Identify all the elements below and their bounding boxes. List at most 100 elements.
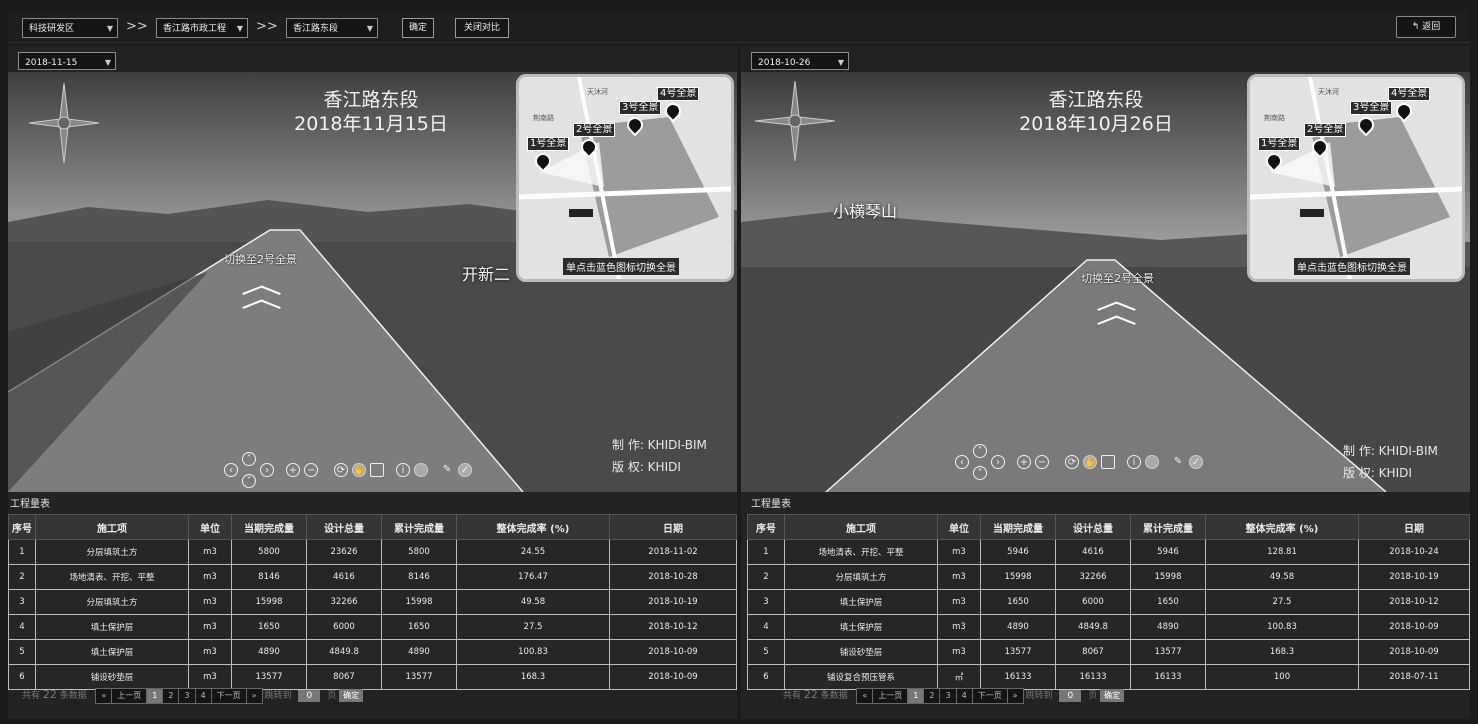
fullscreen-icon[interactable] — [370, 463, 384, 477]
table-row[interactable]: 2 场地清表、开挖、平整 m3 8146 4616 8146 176.47 2018-10-2… — [8, 564, 737, 590]
prev-page-button[interactable]: 上一页 — [111, 688, 148, 704]
next-page-button[interactable]: 下一页 — [971, 688, 1008, 704]
pan-up-icon[interactable]: ˄ — [973, 444, 987, 458]
minimap-tip: 单点击蓝色图标切换全景 — [1294, 258, 1410, 275]
right-date-select[interactable]: 2018-10-26 ▼ — [751, 52, 849, 70]
cell: 23626 — [306, 539, 382, 565]
table-row[interactable]: 2 分层填筑土方 m3 15998 32266 15998 49.58 2018-10-19 — [747, 564, 1470, 590]
first-page-button[interactable]: « — [856, 688, 874, 704]
panorama-pin-4[interactable]: 4号全景 — [657, 87, 700, 123]
minimap[interactable]: 天沐河 荆南路 1号全景 2号全景 3号全景 4号全景 单点击蓝色图标切换全景 — [516, 74, 734, 282]
cell: 1 — [8, 539, 36, 565]
zoom-out-icon[interactable]: − — [1035, 455, 1049, 469]
next-page-button[interactable]: 下一页 — [210, 688, 247, 704]
panorama-pin-4[interactable]: 4号全景 — [1388, 87, 1431, 123]
pan-down-icon[interactable]: ˅ — [973, 466, 987, 480]
section-select[interactable]: 香江路东段 ▼ — [286, 18, 378, 38]
switch-panorama-label[interactable]: 切换至2号全景 — [224, 251, 297, 267]
auto-rotate-icon[interactable]: ⟳ — [1065, 455, 1079, 469]
table-row[interactable]: 1 场地清表、开挖、平整 m3 5946 4616 5946 128.81 2018-10-2… — [747, 539, 1470, 565]
page-button[interactable]: 1 — [907, 688, 925, 704]
pan-left-icon[interactable]: ‹ — [955, 455, 969, 469]
page-button[interactable]: 2 — [923, 688, 941, 704]
cell: m3 — [188, 539, 232, 565]
quantity-table: 序号 施工项 单位 当期完成量 设计总量 累计完成量 整体完成率 (%) 日期 … — [747, 514, 1470, 690]
record-icon[interactable] — [414, 463, 428, 477]
cell: 4 — [8, 614, 36, 640]
table-row[interactable]: 6 铺设复合预压管系㎡ 16133 16133 16133 100 2018-07-11 — [747, 664, 1470, 690]
left-date-select[interactable]: 2018-11-15 ▼ — [18, 52, 116, 70]
cell: 铺设复合预压管系 — [784, 664, 938, 690]
left-panorama-viewer[interactable]: 香江路东段 2018年11月15日 切换至2号全景 ︿ ︿ 开新二 天沐河 荆南路… — [8, 72, 737, 492]
page-button[interactable]: 4 — [194, 688, 212, 704]
cell: 2018-10-09 — [1358, 639, 1470, 665]
zone-select[interactable]: 科技研发区 ▼ — [22, 18, 118, 38]
table-row[interactable]: 1 分层填筑土方 m3 5800 23626 5800 24.55 2018-11-02 — [8, 539, 737, 565]
panorama-pin-3[interactable]: 3号全景 — [1350, 101, 1393, 137]
cell: 4890 — [381, 639, 457, 665]
pan-left-icon[interactable]: ‹ — [224, 463, 238, 477]
zoom-out-icon[interactable]: − — [304, 463, 318, 477]
cell: 场地清表、开挖、平整 — [784, 539, 938, 565]
last-page-button[interactable]: » — [1006, 688, 1024, 704]
drag-mode-icon[interactable]: ✋ — [1083, 455, 1097, 469]
jump-page-input[interactable]: 0 — [298, 690, 321, 702]
panorama-pin-1[interactable]: 1号全景 — [1258, 137, 1301, 173]
switch-panorama-label[interactable]: 切换至2号全景 — [1081, 270, 1154, 286]
zoom-in-icon[interactable]: + — [1017, 455, 1031, 469]
info-icon[interactable]: i — [396, 463, 410, 477]
pen-icon[interactable]: ✎ — [1171, 455, 1185, 469]
close-compare-button[interactable]: 关闭对比 — [455, 18, 509, 38]
table-row[interactable]: 6 铺设砂垫层 m3 13577 8067 13577 168.3 2018-10-09 — [8, 664, 737, 690]
prev-page-button[interactable]: 上一页 — [872, 688, 909, 704]
credit-copyright: 版 权: KHIDI — [612, 460, 681, 474]
page-button[interactable]: 3 — [939, 688, 957, 704]
panorama-pin-2[interactable]: 2号全景 — [1304, 123, 1347, 159]
cell: 4 — [747, 614, 785, 640]
jump-confirm-button[interactable]: 确定 — [339, 689, 364, 702]
pan-down-icon[interactable]: ˅ — [242, 474, 256, 488]
page-button[interactable]: 4 — [955, 688, 973, 704]
zoom-in-icon[interactable]: + — [286, 463, 300, 477]
pan-right-icon[interactable]: › — [260, 463, 274, 477]
table-row[interactable]: 3 填土保护层 m3 1650 6000 1650 27.5 2018-10-12 — [747, 589, 1470, 615]
chevron-up-icon[interactable]: ︿ ︿ — [1096, 288, 1138, 328]
cell: 100.83 — [1205, 614, 1359, 640]
minimap[interactable]: 天沐河 荆南路 1号全景 2号全景 3号全景 4号全景 单点击蓝色图标切换全景 — [1247, 74, 1465, 282]
cell: 15998 — [980, 564, 1056, 590]
last-page-button[interactable]: » — [245, 688, 263, 704]
table-row[interactable]: 3 分层填筑土方 m3 15998 32266 15998 49.58 2018-10-19 — [8, 589, 737, 615]
pen-icon[interactable]: ✎ — [440, 463, 454, 477]
jump-confirm-button[interactable]: 确定 — [1100, 689, 1125, 702]
table-row[interactable]: 4 填土保护层 m3 1650 6000 1650 27.5 2018-10-12 — [8, 614, 737, 640]
record-icon[interactable] — [1145, 455, 1159, 469]
page-button[interactable]: 3 — [178, 688, 196, 704]
right-panorama-viewer[interactable]: 香江路东段 2018年10月26日 小横琴山 切换至2号全景 ︿ ︿ 天沐河 荆南… — [741, 72, 1470, 492]
project-select[interactable]: 香江路市政工程 ▼ — [156, 18, 248, 38]
drag-mode-icon[interactable]: ✋ — [352, 463, 366, 477]
check-icon[interactable]: ✓ — [1189, 455, 1203, 469]
back-button[interactable]: ↰ 返回 — [1396, 16, 1456, 38]
jump-page-input[interactable]: 0 — [1059, 690, 1082, 702]
table-row[interactable]: 5 填土保护层 m3 4890 4849.8 4890 100.83 2018-10-09 — [8, 639, 737, 665]
auto-rotate-icon[interactable]: ⟳ — [334, 463, 348, 477]
right-compare-pane: 2018-10-26 ▼ 香江路东段 2018年10月26日 小横琴山 切换至2号… — [741, 46, 1470, 719]
check-icon[interactable]: ✓ — [458, 463, 472, 477]
page-button[interactable]: 1 — [146, 688, 164, 704]
page-button[interactable]: 2 — [162, 688, 180, 704]
cell: 1 — [747, 539, 785, 565]
panorama-pin-1[interactable]: 1号全景 — [527, 137, 570, 173]
fullscreen-icon[interactable] — [1101, 455, 1115, 469]
cell: 填土保护层 — [784, 614, 938, 640]
first-page-button[interactable]: « — [95, 688, 113, 704]
table-row[interactable]: 4 填土保护层 m3 4890 4849.8 4890 100.83 2018-10-09 — [747, 614, 1470, 640]
pan-right-icon[interactable]: › — [991, 455, 1005, 469]
confirm-button[interactable]: 确定 — [402, 18, 434, 38]
chevron-up-icon[interactable]: ︿ ︿ — [241, 272, 283, 312]
info-icon[interactable]: i — [1127, 455, 1141, 469]
panorama-pin-3[interactable]: 3号全景 — [619, 101, 662, 137]
cell: 4849.8 — [1055, 614, 1131, 640]
table-row[interactable]: 5 铺设砂垫层 m3 13577 8067 13577 168.3 2018-10-09 — [747, 639, 1470, 665]
pan-up-icon[interactable]: ˄ — [242, 452, 256, 466]
panorama-pin-2[interactable]: 2号全景 — [573, 123, 616, 159]
